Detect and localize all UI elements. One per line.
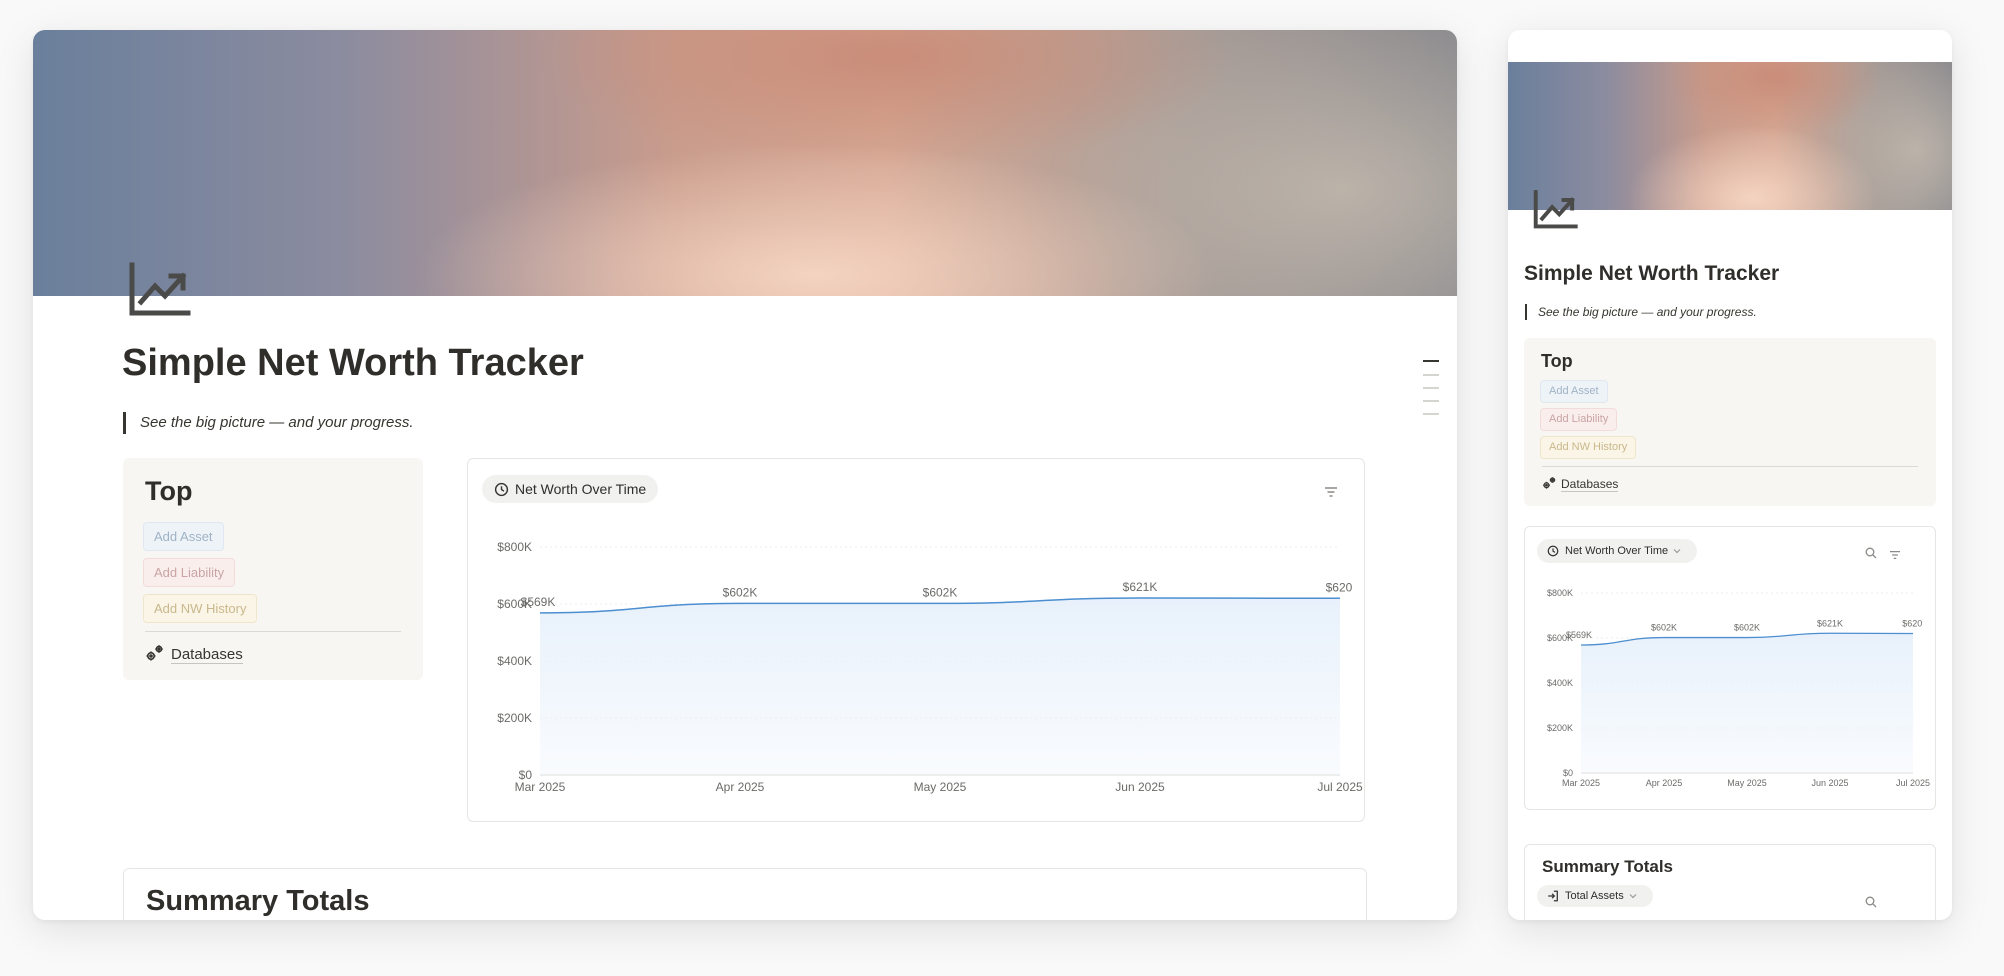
top-divider bbox=[1542, 466, 1918, 467]
databases-label: Databases bbox=[1561, 476, 1619, 492]
page-quote: See the big picture — and your progress. bbox=[123, 412, 414, 434]
summary-title: Summary Totals bbox=[1542, 857, 1674, 876]
data-label: $602K bbox=[1734, 623, 1760, 633]
data-label: $569K bbox=[521, 595, 556, 609]
add-nw-history-button[interactable]: Add NW History bbox=[1540, 436, 1637, 459]
x-tick-label: Apr 2025 bbox=[1646, 778, 1683, 788]
top-callout: Top Add Asset Add Liability Add NW Histo… bbox=[1524, 338, 1936, 506]
data-label: $569K bbox=[1566, 630, 1592, 640]
trending-up-chart-icon[interactable] bbox=[1532, 190, 1578, 230]
x-tick-label: Jul 2025 bbox=[1317, 780, 1363, 794]
desktop-view: Simple Net Worth Tracker See the big pic… bbox=[33, 30, 1457, 920]
data-label: $621K bbox=[1123, 580, 1158, 594]
databases-link[interactable]: Databases bbox=[1542, 476, 1619, 493]
net-worth-chart: $0$200K$400K$600K$800K$569KMar 2025$602K… bbox=[497, 540, 1363, 794]
chevron-down-icon bbox=[1629, 890, 1643, 902]
y-tick-label: $200K bbox=[1547, 723, 1573, 733]
page-title: Simple Net Worth Tracker bbox=[122, 342, 584, 384]
y-tick-label: $800K bbox=[497, 540, 532, 554]
mobile-view: Simple Net Worth Tracker See the big pic… bbox=[1508, 30, 1952, 920]
data-label: $620 bbox=[1326, 580, 1353, 594]
table-of-contents[interactable] bbox=[1421, 360, 1439, 440]
summary-totals-card: Summary Totals bbox=[123, 868, 1367, 920]
y-tick-label: $0 bbox=[1563, 768, 1573, 778]
data-label: $621K bbox=[1817, 618, 1843, 628]
trending-up-chart-icon[interactable] bbox=[127, 262, 191, 318]
x-tick-label: Jul 2025 bbox=[1896, 778, 1930, 788]
x-tick-label: Mar 2025 bbox=[515, 780, 566, 794]
gears-icon bbox=[1542, 476, 1557, 493]
x-tick-label: May 2025 bbox=[1727, 778, 1767, 788]
add-asset-button[interactable]: Add Asset bbox=[1540, 380, 1608, 403]
y-tick-label: $200K bbox=[497, 711, 532, 725]
summary-view-chip[interactable]: Total Assets bbox=[1537, 885, 1653, 907]
x-tick-label: Mar 2025 bbox=[1562, 778, 1600, 788]
login-icon bbox=[1548, 890, 1558, 902]
top-divider bbox=[145, 631, 401, 632]
summary-title: Summary Totals bbox=[146, 885, 370, 917]
page-title: Simple Net Worth Tracker bbox=[1524, 262, 1780, 285]
page-quote: See the big picture — and your progress. bbox=[1525, 304, 1757, 320]
page-cover bbox=[1508, 62, 1952, 210]
data-label: $602K bbox=[923, 585, 958, 599]
data-label: $602K bbox=[1651, 623, 1677, 633]
y-tick-label: $400K bbox=[1547, 678, 1573, 688]
add-nw-history-button[interactable]: Add NW History bbox=[143, 594, 258, 623]
summary-totals-card: Summary Totals Total Assets bbox=[1524, 844, 1936, 920]
net-worth-chart: $0$200K$400K$600K$800K$569KMar 2025$602K… bbox=[1547, 588, 1930, 788]
add-asset-button[interactable]: Add Asset bbox=[143, 522, 224, 551]
net-worth-chart-card: Net Worth Over Time $0 $200K $400K $600K $80… bbox=[1524, 526, 1936, 810]
x-tick-label: Jun 2025 bbox=[1811, 778, 1848, 788]
databases-label: Databases bbox=[171, 645, 243, 664]
top-heading: Top bbox=[1541, 351, 1573, 371]
add-liability-button[interactable]: Add Liability bbox=[1540, 408, 1618, 431]
page-cover bbox=[33, 30, 1457, 296]
y-tick-label: $800K bbox=[1547, 588, 1573, 598]
search-icon[interactable] bbox=[1865, 895, 1877, 913]
top-callout: Top Add Asset Add Liability Add NW Histo… bbox=[123, 458, 423, 680]
add-liability-button[interactable]: Add Liability bbox=[143, 558, 236, 587]
net-worth-chart-card: Net Worth Over Time $0 $200K $400K $600K $80… bbox=[467, 458, 1365, 822]
area-fill bbox=[1581, 633, 1913, 773]
area-fill bbox=[540, 598, 1340, 775]
x-tick-label: Apr 2025 bbox=[716, 780, 765, 794]
y-tick-label: $400K bbox=[497, 654, 532, 668]
x-tick-label: Jun 2025 bbox=[1115, 780, 1165, 794]
summary-view-label: Total Assets bbox=[1565, 890, 1624, 902]
x-tick-label: May 2025 bbox=[914, 780, 967, 794]
databases-link[interactable]: Databases bbox=[145, 644, 243, 666]
data-label: $602K bbox=[723, 585, 758, 599]
data-label: $620 bbox=[1902, 619, 1922, 629]
top-heading: Top bbox=[145, 476, 193, 506]
gears-icon bbox=[145, 644, 165, 666]
